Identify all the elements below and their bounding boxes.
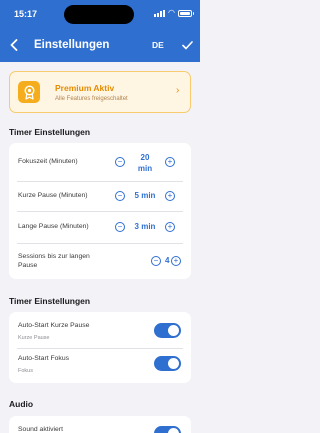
checkmark-icon	[181, 40, 193, 49]
setting-label: Auto-Start Kurze Pause	[18, 322, 90, 329]
decrement-button[interactable]: −	[115, 222, 125, 232]
audio-card: Sound aktiviert	[9, 416, 191, 433]
chevron-right-icon: ›	[176, 85, 180, 96]
decrement-button[interactable]: −	[115, 191, 125, 201]
setting-label: Lange Pause (Minuten)	[18, 223, 89, 230]
setting-label: Sessions bis zur langen Pause	[18, 253, 90, 269]
auto-short-break-toggle[interactable]	[154, 323, 181, 338]
setting-row-auto-short-break: Auto-Start Kurze Pause Kurze Pause	[9, 312, 191, 348]
increment-button[interactable]: +	[165, 191, 175, 201]
battery-icon	[178, 9, 194, 17]
signal-icon	[154, 9, 166, 17]
premium-title: Premium Aktiv	[55, 83, 115, 93]
decrement-button[interactable]: −	[151, 256, 161, 266]
back-button[interactable]	[6, 36, 22, 54]
decrement-button[interactable]: −	[115, 157, 125, 167]
dynamic-island	[64, 5, 134, 24]
premium-banner[interactable]: Premium Aktiv Alle Features freigeschalt…	[9, 71, 191, 113]
status-time: 15:17	[14, 9, 38, 19]
status-icons: ◠	[154, 8, 194, 17]
section-title-audio: Audio	[9, 399, 34, 409]
premium-badge-icon	[18, 81, 40, 103]
setting-label: Fokuszeit (Minuten)	[18, 158, 78, 165]
chevron-left-icon	[10, 39, 18, 51]
auto-start-card: Auto-Start Kurze Pause Kurze Pause Auto-…	[9, 312, 191, 383]
setting-sublabel: Fokus	[18, 368, 33, 374]
setting-row-sessions: Sessions bis zur langen Pause − 4 +	[9, 243, 191, 279]
auto-focus-toggle[interactable]	[154, 356, 181, 371]
language-button[interactable]: DE	[152, 40, 164, 50]
increment-button[interactable]: +	[165, 157, 175, 167]
timer-settings-card: Fokuszeit (Minuten) − 20 min + Kurze Pau…	[9, 143, 191, 279]
setting-sublabel: Kurze Pause	[18, 335, 50, 341]
done-button[interactable]	[178, 36, 196, 54]
setting-row-focus-time: Fokuszeit (Minuten) − 20 min +	[9, 143, 191, 181]
setting-label: Kurze Pause (Minuten)	[18, 192, 88, 199]
increment-button[interactable]: +	[171, 256, 181, 266]
stepper-value: 20 min	[137, 153, 153, 173]
setting-label: Auto-Start Fokus	[18, 355, 69, 362]
setting-row-short-break: Kurze Pause (Minuten) − 5 min +	[9, 181, 191, 211]
page-title: Einstellungen	[34, 39, 110, 51]
setting-row-auto-focus: Auto-Start Fokus Fokus	[9, 348, 191, 383]
setting-label: Sound aktiviert	[18, 426, 63, 433]
stepper-value: 4	[165, 256, 170, 265]
premium-subtitle: Alle Features freigeschaltet	[55, 96, 128, 102]
increment-button[interactable]: +	[165, 222, 175, 232]
navigation-header: 15:17 ◠ Einstellungen DE	[0, 0, 200, 62]
stepper-value: 5 min	[134, 191, 156, 200]
section-title-timer: Timer Einstellungen	[9, 127, 91, 137]
setting-row-sound: Sound aktiviert	[9, 416, 191, 433]
section-title-auto-start: Timer Einstellungen	[9, 296, 91, 306]
stepper-value: 3 min	[134, 222, 156, 231]
setting-row-long-break: Lange Pause (Minuten) − 3 min +	[9, 211, 191, 243]
wifi-icon: ◠	[168, 8, 175, 17]
sound-toggle[interactable]	[154, 426, 181, 433]
